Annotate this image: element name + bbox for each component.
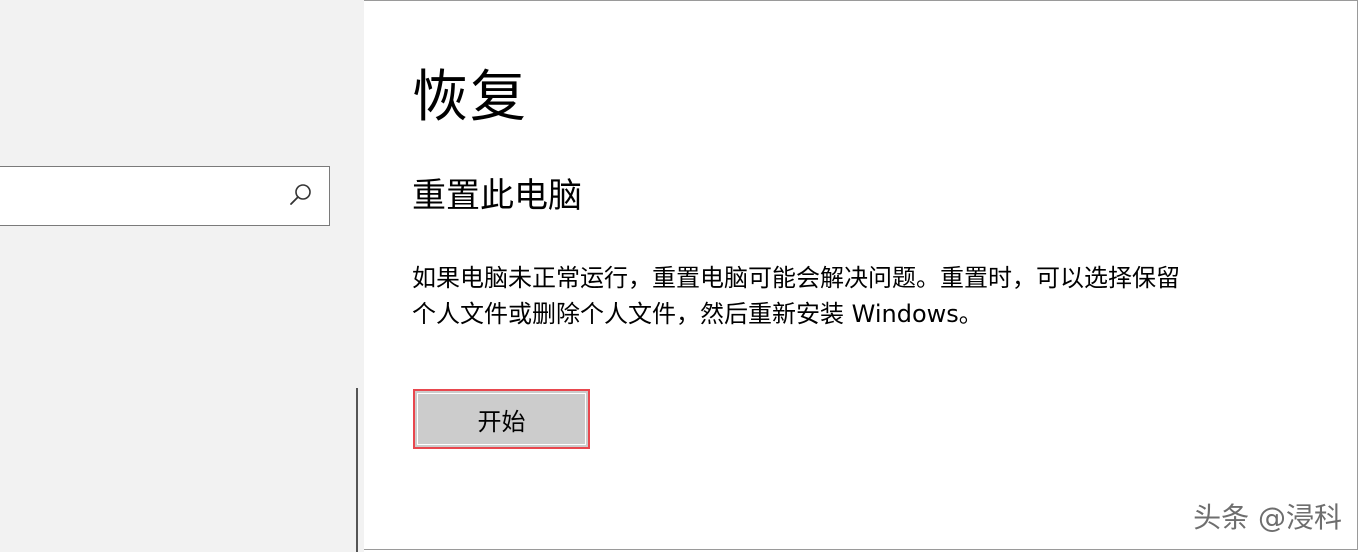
- recovery-page: 恢复 重置此电脑 如果电脑未正常运行，重置电脑可能会解决问题。重置时，可以选择保…: [364, 0, 1360, 552]
- reset-description: 如果电脑未正常运行，重置电脑可能会解决问题。重置时，可以选择保留个人文件或删除个…: [412, 264, 1180, 328]
- watermark-text: 头条 @浸科: [1193, 501, 1342, 534]
- sidebar-scrollbar[interactable]: [356, 388, 358, 552]
- search-icon[interactable]: [286, 180, 316, 210]
- search-box[interactable]: [0, 166, 330, 226]
- search-input[interactable]: [9, 175, 273, 219]
- page-title: 恢复: [412, 65, 528, 130]
- settings-sidebar: [0, 0, 364, 552]
- start-button[interactable]: 开始: [413, 389, 590, 449]
- section-title-reset-pc: 重置此电脑: [412, 176, 582, 216]
